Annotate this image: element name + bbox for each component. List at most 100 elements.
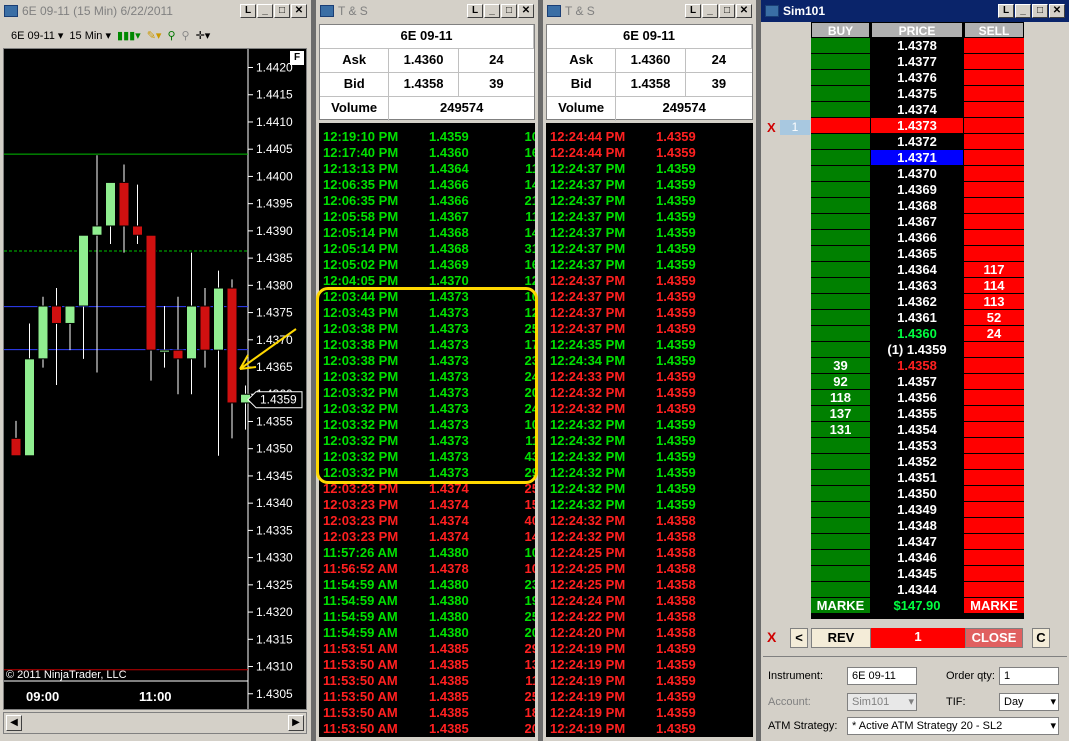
sell-cell[interactable]: 52 bbox=[964, 310, 1024, 326]
sell-cell[interactable] bbox=[964, 166, 1024, 182]
sell-cell[interactable] bbox=[964, 358, 1024, 374]
ts2-trade-list[interactable]: 12:24:44 PM1.4359112:24:44 PM1.4359112:2… bbox=[546, 123, 753, 737]
market-sell-button[interactable]: MARKE bbox=[964, 598, 1024, 614]
row-cancel-x[interactable]: X bbox=[767, 120, 776, 135]
price-cell[interactable]: 1.4370 bbox=[871, 166, 963, 182]
price-cell[interactable]: 1.4355 bbox=[871, 406, 963, 422]
price-cell[interactable]: 1.4344 bbox=[871, 582, 963, 598]
sell-cell[interactable] bbox=[964, 198, 1024, 214]
sell-cell[interactable] bbox=[964, 246, 1024, 262]
sell-cell[interactable] bbox=[964, 486, 1024, 502]
link-button[interactable]: L bbox=[467, 4, 483, 18]
price-cell[interactable]: 1.4364 bbox=[871, 262, 963, 278]
sell-cell[interactable]: 24 bbox=[964, 326, 1024, 342]
buy-cell[interactable]: 131 bbox=[811, 422, 870, 438]
price-cell[interactable]: 1.4365 bbox=[871, 246, 963, 262]
buy-cell[interactable] bbox=[811, 38, 870, 54]
pencil-icon[interactable]: ✎▾ bbox=[147, 29, 162, 42]
price-cell[interactable]: (1) 1.4359 bbox=[871, 342, 963, 358]
buy-cell[interactable]: 137 bbox=[811, 406, 870, 422]
scroll-left-arrow[interactable]: ◀ bbox=[6, 715, 22, 731]
sell-cell[interactable] bbox=[964, 470, 1024, 486]
minimize-button[interactable]: _ bbox=[257, 4, 273, 18]
buy-cell[interactable] bbox=[811, 294, 870, 310]
price-cell[interactable]: 1.4367 bbox=[871, 214, 963, 230]
instrument-field[interactable]: 6E 09-11 bbox=[847, 667, 917, 685]
maximize-button[interactable]: □ bbox=[501, 4, 517, 18]
price-cell[interactable]: 1.4361 bbox=[871, 310, 963, 326]
price-cell[interactable]: 1.4373 bbox=[871, 118, 963, 134]
price-ladder[interactable]: BUY PRICE SELL 1.4378 1.4377 1.4376 1.4375 1.43… bbox=[811, 22, 1024, 619]
sell-cell[interactable] bbox=[964, 230, 1024, 246]
buy-cell[interactable] bbox=[811, 182, 870, 198]
price-cell[interactable]: 1.4350 bbox=[871, 486, 963, 502]
buy-cell[interactable] bbox=[811, 166, 870, 182]
price-cell[interactable]: 1.4375 bbox=[871, 86, 963, 102]
sell-cell[interactable] bbox=[964, 550, 1024, 566]
buy-cell[interactable] bbox=[811, 342, 870, 358]
buy-cell[interactable] bbox=[811, 566, 870, 582]
price-cell[interactable]: 1.4360 bbox=[871, 326, 963, 342]
atm-strategy-select[interactable]: * Active ATM Strategy 20 - SL2 ▾ bbox=[847, 717, 1059, 735]
price-cell[interactable]: 1.4352 bbox=[871, 454, 963, 470]
sell-cell[interactable] bbox=[964, 342, 1024, 358]
buy-cell[interactable] bbox=[811, 262, 870, 278]
minimize-button[interactable]: _ bbox=[702, 4, 718, 18]
sell-cell[interactable] bbox=[964, 54, 1024, 70]
sell-cell[interactable]: 113 bbox=[964, 294, 1024, 310]
price-cell[interactable]: 1.4363 bbox=[871, 278, 963, 294]
buy-cell[interactable] bbox=[811, 150, 870, 166]
buy-cell[interactable] bbox=[811, 86, 870, 102]
interval-selector[interactable]: 15 Min ▾ bbox=[69, 29, 111, 42]
zoom-out-icon[interactable]: ⚲ bbox=[182, 29, 190, 42]
sell-cell[interactable] bbox=[964, 534, 1024, 550]
sell-cell[interactable] bbox=[964, 182, 1024, 198]
chart-titlebar[interactable]: 6E 09-11 (15 Min) 6/22/2011 L _ □ ✕ bbox=[0, 0, 311, 22]
price-cell[interactable]: 1.4356 bbox=[871, 390, 963, 406]
close-button[interactable]: ✕ bbox=[291, 4, 307, 18]
buy-cell[interactable] bbox=[811, 550, 870, 566]
price-cell[interactable]: 1.4362 bbox=[871, 294, 963, 310]
close-position-button[interactable]: CLOSE bbox=[965, 628, 1023, 648]
sell-cell[interactable] bbox=[964, 38, 1024, 54]
minimize-button[interactable]: _ bbox=[1015, 4, 1031, 18]
lt-button[interactable]: < bbox=[790, 628, 808, 648]
buy-cell[interactable] bbox=[811, 470, 870, 486]
bar-type-icon[interactable]: ▮▮▮▾ bbox=[117, 29, 141, 42]
f-button[interactable]: F bbox=[290, 51, 304, 65]
price-cell[interactable]: 1.4369 bbox=[871, 182, 963, 198]
center-button[interactable]: C bbox=[1032, 628, 1050, 648]
working-order-qty[interactable]: 1 bbox=[780, 120, 810, 135]
maximize-button[interactable]: □ bbox=[274, 4, 290, 18]
price-cell[interactable]: 1.4357 bbox=[871, 374, 963, 390]
price-cell[interactable]: 1.4349 bbox=[871, 502, 963, 518]
close-button[interactable]: ✕ bbox=[518, 4, 534, 18]
buy-cell[interactable] bbox=[811, 102, 870, 118]
buy-cell[interactable] bbox=[811, 486, 870, 502]
maximize-button[interactable]: □ bbox=[1032, 4, 1048, 18]
buy-cell[interactable] bbox=[811, 438, 870, 454]
instrument-selector[interactable]: 6E 09-11 ▾ bbox=[11, 29, 63, 42]
ts1-trade-list[interactable]: 12:19:10 PM1.43591012:17:40 PM1.43601612… bbox=[319, 123, 535, 737]
price-cell[interactable]: 1.4358 bbox=[871, 358, 963, 374]
price-cell[interactable]: 1.4353 bbox=[871, 438, 963, 454]
buy-cell[interactable] bbox=[811, 70, 870, 86]
close-button[interactable]: ✕ bbox=[1049, 4, 1065, 18]
buy-cell[interactable]: 118 bbox=[811, 390, 870, 406]
sell-cell[interactable] bbox=[964, 582, 1024, 598]
sell-cell[interactable] bbox=[964, 502, 1024, 518]
cancel-all-x[interactable]: X bbox=[767, 629, 776, 645]
price-cell[interactable]: 1.4377 bbox=[871, 54, 963, 70]
buy-cell[interactable] bbox=[811, 326, 870, 342]
zoom-icon[interactable]: ⚲ bbox=[167, 29, 175, 42]
buy-cell[interactable] bbox=[811, 198, 870, 214]
market-buy-button[interactable]: MARKE bbox=[811, 598, 870, 614]
price-cell[interactable]: 1.4351 bbox=[871, 470, 963, 486]
sell-cell[interactable] bbox=[964, 70, 1024, 86]
price-cell[interactable]: 1.4374 bbox=[871, 102, 963, 118]
sell-cell[interactable] bbox=[964, 102, 1024, 118]
minimize-button[interactable]: _ bbox=[484, 4, 500, 18]
buy-cell[interactable] bbox=[811, 134, 870, 150]
sell-cell[interactable] bbox=[964, 438, 1024, 454]
link-button[interactable]: L bbox=[685, 4, 701, 18]
